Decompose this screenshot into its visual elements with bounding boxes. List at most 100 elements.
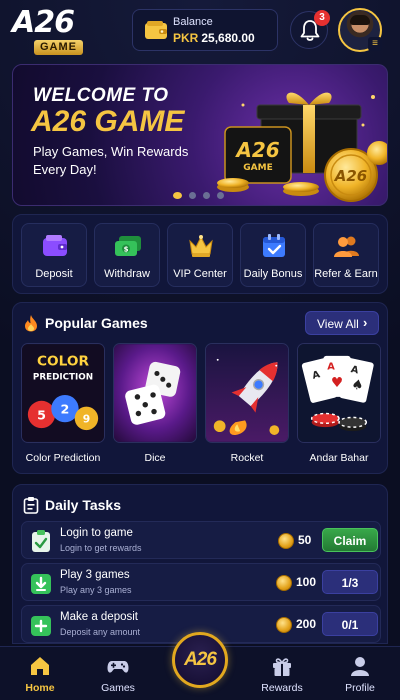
- task-row-play-games: Play 3 games Play any 3 games 100 1/3: [21, 563, 381, 601]
- balance-value: PKR 25,680.00: [173, 31, 255, 45]
- clipboard-icon: [23, 497, 39, 514]
- download-box-icon: [31, 574, 51, 594]
- svg-text:A: A: [327, 362, 335, 373]
- balance-amount: 25,680.00: [201, 31, 255, 45]
- nav-games-label: Games: [101, 682, 135, 694]
- balance-card[interactable]: Balance PKR 25,680.00: [132, 9, 278, 51]
- task-row-login: Login to game Login to get rewards 50 Cl…: [21, 521, 381, 559]
- game-label: Rocket: [230, 452, 264, 464]
- banner-dot-3[interactable]: [203, 192, 210, 199]
- task-title: Login to game: [60, 527, 133, 539]
- game-art-title: COLOR: [37, 354, 89, 370]
- game-label: Dice: [144, 452, 166, 464]
- crown-icon: [189, 235, 213, 257]
- banner-title-line1: WELCOME TO: [33, 85, 169, 106]
- banner-coin-logo: A26: [334, 167, 367, 185]
- task-title: Play 3 games: [60, 569, 130, 581]
- banner-dot-4[interactable]: [217, 192, 224, 199]
- color-prediction-thumbnail: COLOR PREDICTION 5 2 9: [21, 343, 105, 443]
- banner-dot-2[interactable]: [189, 192, 196, 199]
- task-subtitle: Deposit any amount: [60, 627, 141, 637]
- daily-tasks-panel: Daily Tasks Login to game Login to get r…: [12, 484, 388, 644]
- task-title: Make a deposit: [60, 611, 138, 623]
- game-label: Color Prediction: [25, 452, 101, 464]
- gift-icon: [273, 658, 291, 676]
- cash-icon: $: [115, 236, 141, 256]
- plus-box-icon: [31, 616, 51, 636]
- chevron-right-icon: ›: [363, 315, 368, 330]
- banner-gift-coins-art: A26 GAME A26: [217, 92, 387, 202]
- nav-home-label: Home: [25, 682, 55, 694]
- vip-center-label: VIP Center: [173, 268, 227, 280]
- banner-card-logo: A26: [234, 138, 279, 162]
- svg-text:$: $: [124, 246, 129, 254]
- wallet-icon: [145, 21, 167, 39]
- app-logo[interactable]: A26 GAME: [12, 6, 122, 56]
- banner-dot-1[interactable]: [173, 192, 182, 199]
- task-reward: 200: [296, 617, 317, 631]
- banner-pagination: [173, 192, 233, 200]
- task-progress-indicator[interactable]: 0/1: [322, 612, 378, 636]
- withdraw-button[interactable]: $ Withdraw: [94, 223, 160, 287]
- deposit-button[interactable]: Deposit: [21, 223, 87, 287]
- coin-icon: [276, 575, 292, 591]
- ball-number: 9: [83, 412, 90, 425]
- banner-title-line2: A26 GAME: [31, 105, 185, 138]
- app-root: A26 GAME Balance PKR 25,680.00 3 ≡ WELCO…: [0, 0, 400, 700]
- center-button-label: A26: [184, 649, 217, 670]
- svg-text:♥: ♥: [331, 375, 343, 391]
- nav-profile-label: Profile: [345, 682, 375, 694]
- coin-icon: [278, 533, 294, 549]
- clipboard-check-icon: [32, 530, 50, 552]
- users-icon: [334, 236, 359, 257]
- task-reward: 50: [298, 533, 312, 547]
- nav-rewards-label: Rewards: [261, 682, 303, 694]
- view-all-button[interactable]: View All ›: [305, 311, 379, 335]
- welcome-banner[interactable]: WELCOME TO A26 GAME Play Games, Win Rewa…: [12, 64, 388, 206]
- andar-bahar-thumbnail: A A A ♥ ♠: [297, 343, 381, 443]
- nav-rewards[interactable]: Rewards: [252, 647, 312, 700]
- dice-thumbnail: [113, 343, 197, 443]
- daily-bonus-label: Daily Bonus: [243, 268, 303, 280]
- game-card-dice[interactable]: Dice: [113, 343, 197, 469]
- popular-games-title: Popular Games: [45, 315, 148, 331]
- view-all-label: View All: [317, 317, 359, 331]
- rocket-thumbnail: [205, 343, 289, 443]
- quick-actions-panel: Deposit $ Withdraw VIP Center Daily Bonu…: [12, 214, 388, 294]
- nav-home[interactable]: Home: [10, 647, 70, 700]
- banner-subtitle: Play Games, Win Rewards Every Day!: [33, 144, 189, 177]
- task-reward: 100: [296, 575, 317, 589]
- nav-profile[interactable]: Profile: [330, 647, 390, 700]
- fire-icon: [25, 315, 37, 332]
- vip-center-button[interactable]: VIP Center: [167, 223, 233, 287]
- ball-number: 5: [37, 407, 46, 422]
- daily-bonus-button[interactable]: Daily Bonus: [240, 223, 306, 287]
- center-a26-button[interactable]: A26: [172, 632, 228, 688]
- task-subtitle: Login to get rewards: [60, 543, 142, 553]
- home-icon: [31, 657, 49, 675]
- notification-count-badge: 3: [314, 10, 330, 26]
- task-progress-indicator[interactable]: 1/3: [322, 570, 378, 594]
- logo-sub-text: GAME: [34, 40, 83, 55]
- user-icon: [351, 657, 369, 676]
- banner-card-logo-sub: GAME: [243, 163, 272, 173]
- game-card-color-prediction[interactable]: COLOR PREDICTION 5 2 9 Color Prediction: [21, 343, 105, 469]
- game-card-andar-bahar[interactable]: A A A ♥ ♠ Andar Bahar: [297, 343, 381, 469]
- refer-earn-label: Refer & Earn: [314, 268, 378, 280]
- avatar-hair: [350, 15, 370, 25]
- balance-currency: PKR: [173, 31, 199, 45]
- calendar-check-icon: [263, 234, 285, 257]
- claim-button[interactable]: Claim: [322, 528, 378, 552]
- withdraw-label: Withdraw: [104, 268, 150, 280]
- game-label: Andar Bahar: [309, 452, 369, 464]
- logo-main-text: A26: [12, 5, 75, 40]
- refer-earn-button[interactable]: Refer & Earn: [313, 223, 379, 287]
- popular-games-panel: Popular Games View All › COLOR PREDICTIO…: [12, 302, 388, 474]
- game-art-subtitle: PREDICTION: [33, 372, 93, 382]
- gamepad-icon: [107, 661, 129, 673]
- balance-label: Balance: [173, 16, 213, 28]
- top-header: A26 GAME Balance PKR 25,680.00 3 ≡: [0, 0, 400, 60]
- menu-icon[interactable]: ≡: [368, 37, 382, 51]
- game-card-rocket[interactable]: Rocket: [205, 343, 289, 469]
- nav-games[interactable]: Games: [88, 647, 148, 700]
